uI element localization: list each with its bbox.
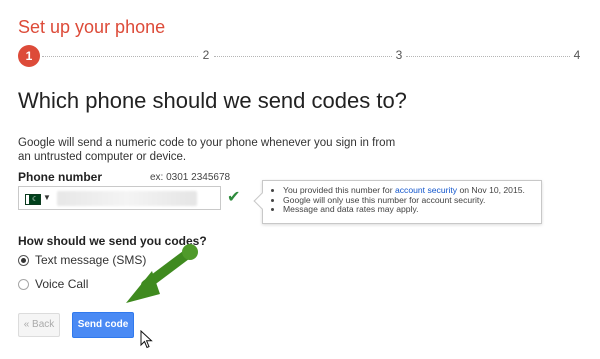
- account-security-link[interactable]: account security: [395, 185, 457, 195]
- radio-sms-label[interactable]: Text message (SMS): [35, 253, 146, 267]
- send-code-button[interactable]: Send code: [72, 312, 134, 338]
- step-4: 4: [570, 48, 584, 62]
- pakistan-flag-icon[interactable]: ☾: [25, 194, 41, 205]
- radio-sms-indicator[interactable]: [18, 255, 29, 266]
- phone-info-tooltip: You provided this number for account sec…: [253, 180, 542, 224]
- phone-number-label: Phone number: [18, 170, 103, 184]
- stepper-connector: [42, 56, 200, 57]
- phone-number-field[interactable]: ☾ ▼: [18, 186, 221, 210]
- page-title: Set up your phone: [18, 17, 166, 37]
- progress-stepper: 1 2 3 4: [18, 44, 592, 70]
- country-dropdown-caret-icon[interactable]: ▼: [43, 193, 51, 202]
- phone-number-value-redacted: [57, 191, 197, 206]
- phone-example-hint: ex: 0301 2345678: [150, 172, 231, 183]
- stepper-connector: [406, 56, 570, 57]
- description-text: Google will send a numeric code to your …: [18, 137, 396, 163]
- stepper-connector: [214, 56, 392, 57]
- back-button[interactable]: « Back: [18, 313, 60, 337]
- step-1-active: 1: [18, 45, 40, 67]
- checkmark-icon: ✔: [227, 189, 241, 206]
- mouse-cursor-icon: [140, 330, 153, 349]
- section-heading: Which phone should we send codes to?: [18, 88, 407, 113]
- step-2: 2: [199, 48, 213, 62]
- radio-voice-indicator[interactable]: [18, 279, 29, 290]
- step-3: 3: [392, 48, 406, 62]
- delivery-method-label: How should we send you codes?: [18, 234, 207, 248]
- radio-voice-label[interactable]: Voice Call: [35, 277, 88, 291]
- tooltip-line-3: Message and data rates may apply.: [283, 205, 541, 215]
